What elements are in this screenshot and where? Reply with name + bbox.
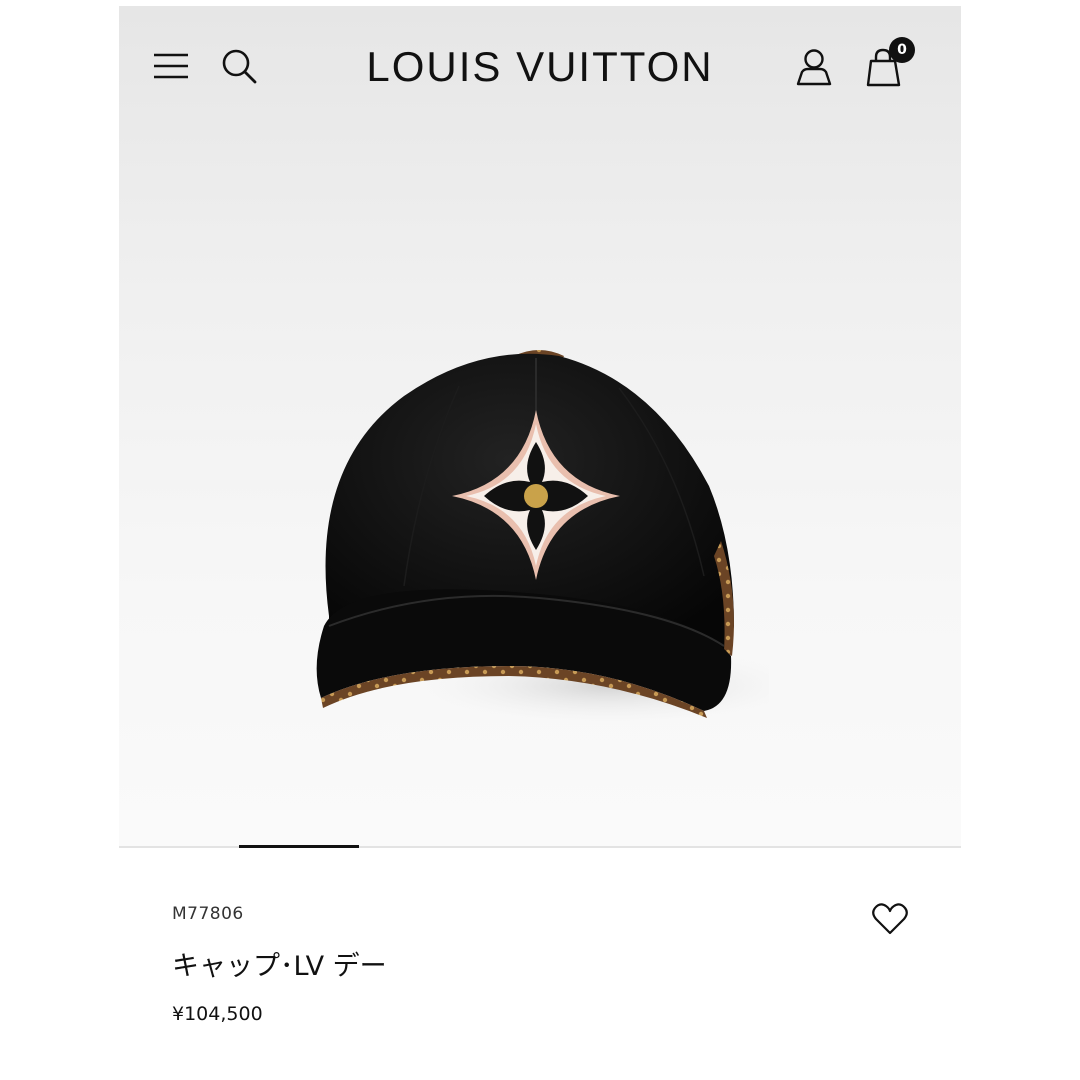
- shopping-bag-button[interactable]: 0: [861, 37, 915, 90]
- brand-logo[interactable]: LOUIS VUITTON: [319, 40, 761, 94]
- search-icon[interactable]: [219, 46, 259, 86]
- cart-count-badge: 0: [889, 37, 915, 63]
- product-page: LOUIS VUITTON 0 M77806 キャップ･LV デー ¥104,5…: [119, 6, 961, 1080]
- heart-outline-icon: [872, 903, 908, 935]
- product-price: ¥104,500: [172, 1003, 263, 1025]
- product-image-cap[interactable]: [309, 326, 769, 746]
- product-sku: M77806: [172, 904, 244, 924]
- user-icon[interactable]: [793, 46, 835, 88]
- gallery-progress-indicator: [239, 845, 359, 848]
- hamburger-menu-icon[interactable]: [151, 48, 191, 84]
- product-name: キャップ･LV デー: [172, 951, 387, 982]
- wishlist-button[interactable]: [869, 899, 911, 939]
- product-gallery[interactable]: LOUIS VUITTON 0: [119, 6, 961, 846]
